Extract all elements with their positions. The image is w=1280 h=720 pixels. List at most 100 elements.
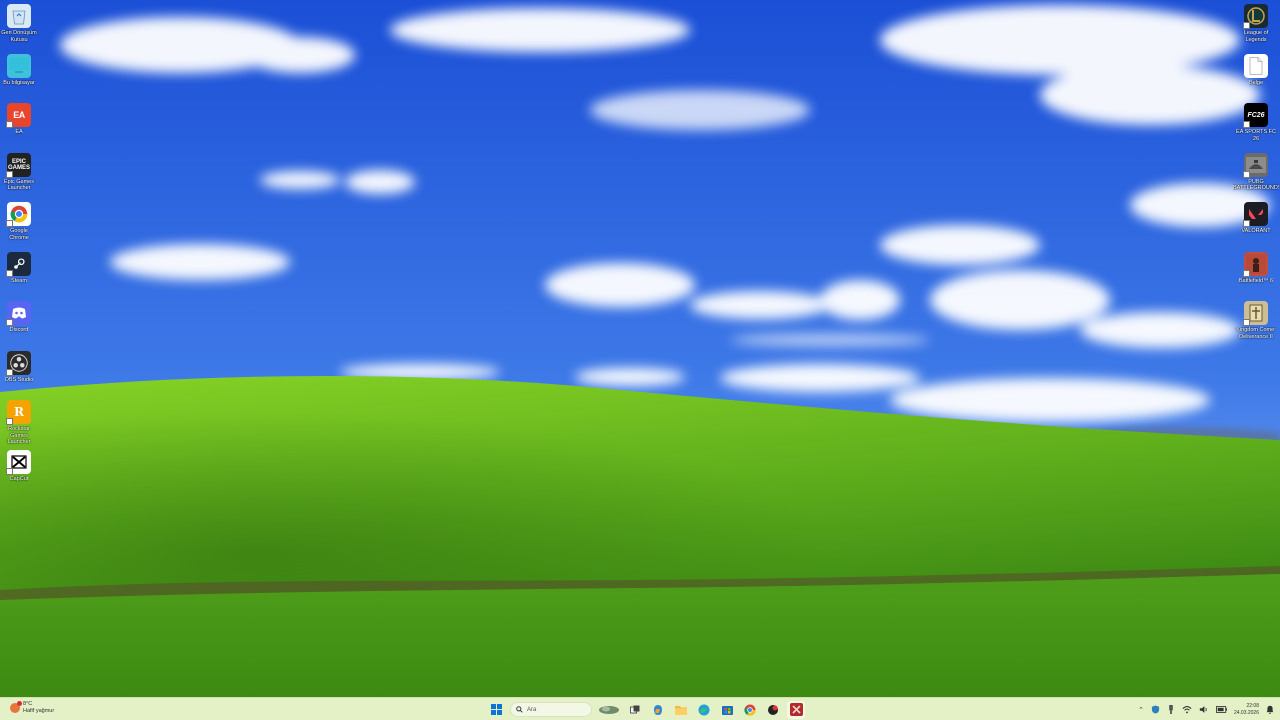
start-button[interactable] xyxy=(487,701,505,719)
desktop-icon-label: Kingdom Come: Deliverance II xyxy=(1236,327,1276,340)
kingdom-come-icon xyxy=(1243,301,1268,326)
shortcut-arrow-icon xyxy=(1243,121,1250,128)
search-placeholder: Ara xyxy=(527,706,537,713)
task-view-icon xyxy=(630,705,640,713)
widgets-button[interactable] xyxy=(597,701,621,719)
valorant-icon xyxy=(1243,202,1268,227)
desktop-icon-label: OBS Studio xyxy=(4,376,34,383)
desktop-icon[interactable]: Kingdom Come: Deliverance II xyxy=(1232,301,1280,351)
this-pc-icon xyxy=(7,53,31,78)
pubg-icon xyxy=(1243,152,1268,178)
shortcut-arrow-icon xyxy=(1243,269,1250,277)
desktop-icon[interactable]: EPIC GAMES Epic Games Launcher xyxy=(0,152,38,203)
edge-button[interactable] xyxy=(695,701,713,719)
wifi-icon[interactable] xyxy=(1182,705,1192,714)
search-box[interactable]: Ara xyxy=(510,702,592,717)
recycle-bin-icon xyxy=(7,4,31,28)
file-explorer-icon xyxy=(675,705,687,715)
app-active-button[interactable] xyxy=(787,700,805,719)
ea-sports-fc-icon: FC26 xyxy=(1243,103,1268,128)
battery-icon[interactable] xyxy=(1215,706,1227,713)
volume-icon[interactable] xyxy=(1199,705,1209,714)
clock-date: 24.03.2026 xyxy=(1233,709,1259,716)
desktop-icon-label: Belge xyxy=(1248,79,1264,86)
app-red-button[interactable] xyxy=(764,701,782,719)
widgets-icon xyxy=(599,705,619,714)
steam-icon xyxy=(6,251,31,277)
shortcut-arrow-icon xyxy=(6,269,13,277)
epic-games-icon: EPIC GAMES xyxy=(6,152,31,178)
notifications-icon[interactable] xyxy=(1266,705,1274,714)
weather-icon xyxy=(10,700,22,713)
shortcut-arrow-icon xyxy=(6,121,13,128)
shortcut-arrow-icon xyxy=(1243,22,1250,29)
microsoft-store-icon xyxy=(721,706,733,715)
discord-icon xyxy=(6,301,31,326)
desktop-icon-label: Geri Dönüşüm Kutusu xyxy=(1,30,37,43)
shortcut-arrow-icon xyxy=(6,170,13,178)
ea-icon: EA xyxy=(6,103,31,128)
desktop-icon-label: VALORANT xyxy=(1241,228,1271,234)
desktop-icon[interactable]: VALORANT xyxy=(1232,202,1280,252)
capcut-icon xyxy=(6,449,31,475)
desktop-icon-label: PUBG BATTLEGROUNDS xyxy=(1233,178,1279,192)
rockstar-games-icon: R xyxy=(6,400,31,425)
shortcut-arrow-icon xyxy=(6,368,13,376)
shortcut-arrow-icon xyxy=(6,418,13,425)
desktop-icon[interactable]: FC26 EA SPORTS FC 26 xyxy=(1232,103,1280,153)
desktop-icon[interactable]: Geri Dönüşüm Kutusu xyxy=(0,4,38,54)
desktop-icon[interactable]: Battlefield™ 6 xyxy=(1232,251,1280,302)
desktop-icon-label: Rockstar Games Launcher xyxy=(7,426,31,445)
app-active-icon xyxy=(789,703,803,716)
desktop-icon-label: Discord xyxy=(9,327,29,333)
shortcut-arrow-icon xyxy=(6,220,13,227)
desktop-icon[interactable]: Belge xyxy=(1232,53,1280,104)
desktop-icon[interactable]: Discord xyxy=(0,301,38,351)
shortcut-arrow-icon xyxy=(6,319,13,326)
shortcut-arrow-icon xyxy=(6,467,13,475)
desktop-icon-label: EA xyxy=(15,129,23,135)
store-button[interactable] xyxy=(718,701,736,719)
search-icon xyxy=(516,706,523,713)
desktop-icon[interactable]: Steam xyxy=(0,251,38,302)
weather-desc: Hafif yağmur xyxy=(23,707,55,714)
desktop-icon-label: Bu bilgisayar xyxy=(3,79,35,86)
desktop-icon-label: EA SPORTS FC 26 xyxy=(1236,129,1276,142)
notification-badge xyxy=(17,700,22,706)
desktop-icon[interactable]: Bu bilgisayar xyxy=(0,53,38,104)
app-red-icon xyxy=(768,704,778,715)
desktop-icon-label: Battlefield™ 6 xyxy=(1238,277,1274,284)
copilot-icon xyxy=(654,704,662,715)
shortcut-arrow-icon xyxy=(1243,319,1250,326)
edge-icon xyxy=(698,704,710,715)
desktop-icon-label: Epic Games Launcher xyxy=(4,178,34,192)
desktop-icon[interactable]: OBS Studio xyxy=(0,350,38,401)
desktop-icon[interactable]: CapCut xyxy=(0,449,38,500)
desktop-icons-left: Geri Dönüşüm Kutusu Bu bilgisayar EA EA EPIC… xyxy=(0,4,38,499)
desktop-icon[interactable]: PUBG BATTLEGROUNDS xyxy=(1232,152,1280,203)
weather-widget[interactable]: 8°C Hafif yağmur xyxy=(10,700,55,714)
usb-tray-icon[interactable] xyxy=(1167,705,1175,714)
chevron-up-icon[interactable]: ⌃ xyxy=(1138,706,1144,714)
shortcut-arrow-icon xyxy=(1243,170,1250,178)
clock[interactable]: 22:08 24.03.2026 xyxy=(1234,703,1259,716)
desktop-icon[interactable]: EA EA xyxy=(0,103,38,153)
bliss-landscape xyxy=(0,0,1280,697)
desktop-icon-label: Steam xyxy=(11,277,27,284)
desktop-wallpaper xyxy=(0,0,1280,697)
file-explorer-button[interactable] xyxy=(672,701,690,719)
chrome-taskbar-icon xyxy=(744,704,756,716)
chrome-taskbar-button[interactable] xyxy=(741,701,759,719)
windows-logo-icon xyxy=(490,704,502,715)
obs-studio-icon xyxy=(6,350,31,376)
chrome-icon xyxy=(6,202,31,227)
desktop-icon-label: Google Chrome xyxy=(9,228,29,241)
desktop-icon[interactable]: Google Chrome xyxy=(0,202,38,252)
desktop-icon[interactable]: League of Legends xyxy=(1232,4,1280,54)
desktop-icon[interactable]: R Rockstar Games Launcher xyxy=(0,400,38,450)
task-view-button[interactable] xyxy=(626,701,644,719)
shield-tray-icon[interactable] xyxy=(1151,705,1160,714)
copilot-button[interactable] xyxy=(649,701,667,719)
desktop-icons-right: League of Legends Belge FC26 EA SPORTS FC 2… xyxy=(1232,4,1280,351)
battlefield-icon xyxy=(1243,251,1268,277)
